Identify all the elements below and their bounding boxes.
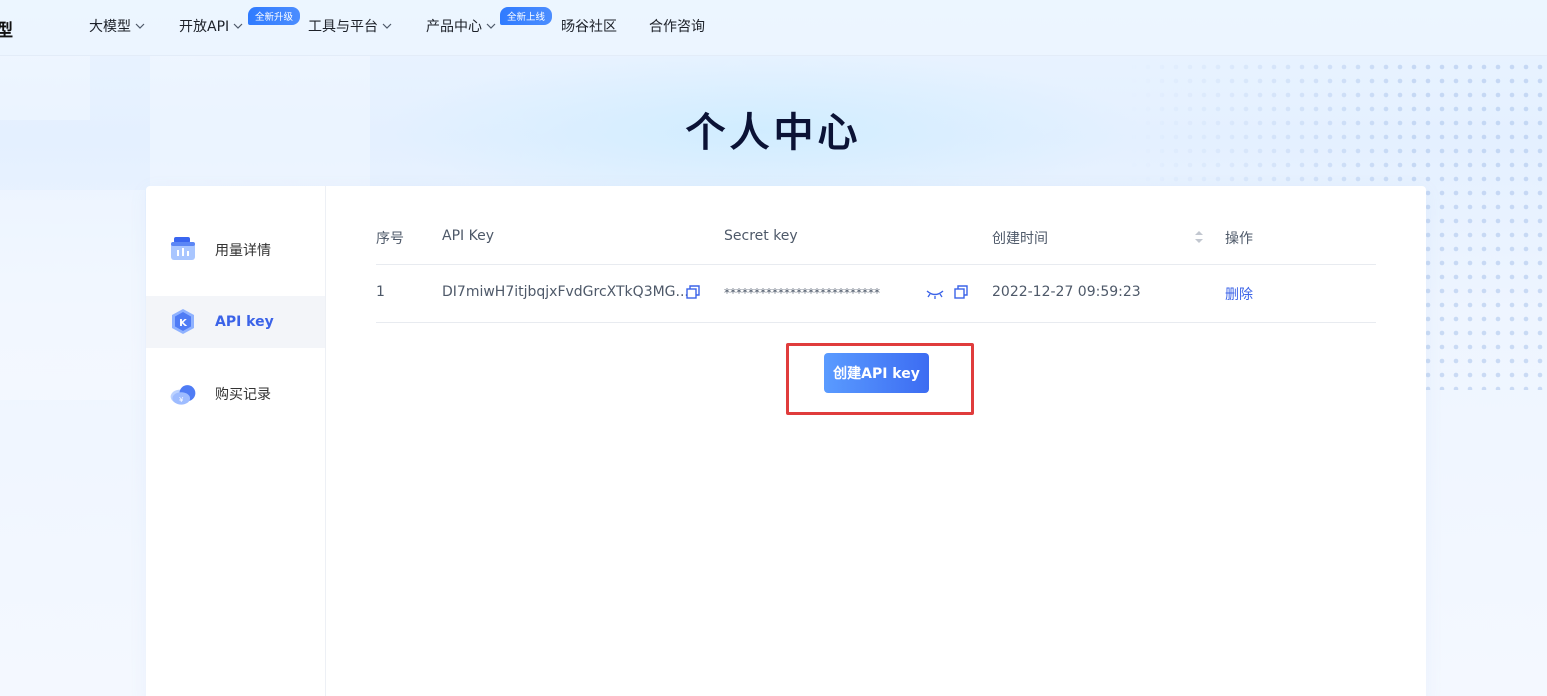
row-created-at: 2022-12-27 09:59:23	[992, 284, 1141, 300]
chevron-down-icon	[135, 23, 145, 29]
content-card: 用量详情 K API key ¥ 购买记录 序号 API Key Secret …	[146, 186, 1426, 696]
nav-item-label: 开放API	[179, 19, 230, 35]
header-divider	[376, 264, 1376, 265]
nav-item-label: 工具与平台	[308, 19, 378, 35]
nav-item-tools-platform[interactable]: 工具与平台	[308, 16, 393, 36]
nav-item-large-model[interactable]: 大模型	[89, 16, 146, 36]
page-title: 个人中心	[685, 110, 862, 156]
create-api-key-button[interactable]: 创建API key	[824, 353, 929, 393]
svg-text:¥: ¥	[179, 395, 184, 404]
nav-item-community[interactable]: 旸谷社区	[561, 16, 617, 36]
usage-chart-icon	[171, 237, 195, 260]
nav-item-cooperation[interactable]: 合作咨询	[649, 16, 705, 36]
nav-item-label: 旸谷社区	[561, 19, 617, 35]
sort-icon[interactable]	[1194, 230, 1204, 244]
nav-badge-new: 全新上线	[500, 7, 553, 25]
api-key-icon: K	[172, 309, 194, 334]
column-header-created-at: 创建时间	[992, 231, 1048, 247]
sidebar-item-usage[interactable]: 用量详情	[146, 224, 325, 276]
chevron-down-icon	[233, 23, 243, 29]
column-header-actions: 操作	[1225, 231, 1253, 247]
column-header-secret-key: Secret key	[724, 228, 798, 244]
column-header-index: 序号	[376, 231, 404, 247]
row-secret-key: **************************	[724, 286, 880, 300]
sidebar-item-label: 用量详情	[215, 243, 271, 259]
svg-text:K: K	[179, 318, 188, 329]
top-nav: 模型 大模型 开放API 全新升级 工具与平台 产品中心 全新上线 旸谷社区 合…	[0, 0, 1547, 56]
nav-badge-upgrade: 全新升级	[248, 7, 301, 25]
nav-item-label: 产品中心	[426, 19, 482, 35]
copy-icon[interactable]	[954, 285, 968, 299]
sidebar-item-purchase[interactable]: ¥ 购买记录	[146, 368, 325, 420]
bg-block	[0, 190, 145, 400]
chevron-down-icon	[382, 23, 392, 29]
chevron-down-icon	[486, 23, 496, 29]
sidebar: 用量详情 K API key ¥ 购买记录	[146, 186, 326, 696]
brand-logo-text[interactable]: 模型	[0, 16, 14, 41]
sidebar-item-label: API key	[215, 314, 274, 330]
row-divider	[376, 322, 1376, 323]
delete-link[interactable]: 删除	[1225, 284, 1253, 304]
row-api-key: DI7miwH7itjbqjxFvdGrcXTkQ3MG...	[442, 284, 689, 300]
sidebar-item-api-key[interactable]: K API key	[146, 296, 325, 348]
nav-item-open-api[interactable]: 开放API	[179, 16, 244, 36]
nav-item-label: 合作咨询	[649, 19, 705, 35]
column-header-api-key: API Key	[442, 228, 494, 244]
sidebar-item-label: 购买记录	[215, 387, 271, 403]
nav-item-label: 大模型	[89, 19, 131, 35]
row-index: 1	[376, 284, 385, 300]
copy-icon[interactable]	[686, 285, 700, 299]
nav-item-product-center[interactable]: 产品中心	[426, 16, 497, 36]
eye-closed-icon[interactable]	[926, 287, 944, 299]
purchase-cloud-icon: ¥	[170, 385, 196, 405]
